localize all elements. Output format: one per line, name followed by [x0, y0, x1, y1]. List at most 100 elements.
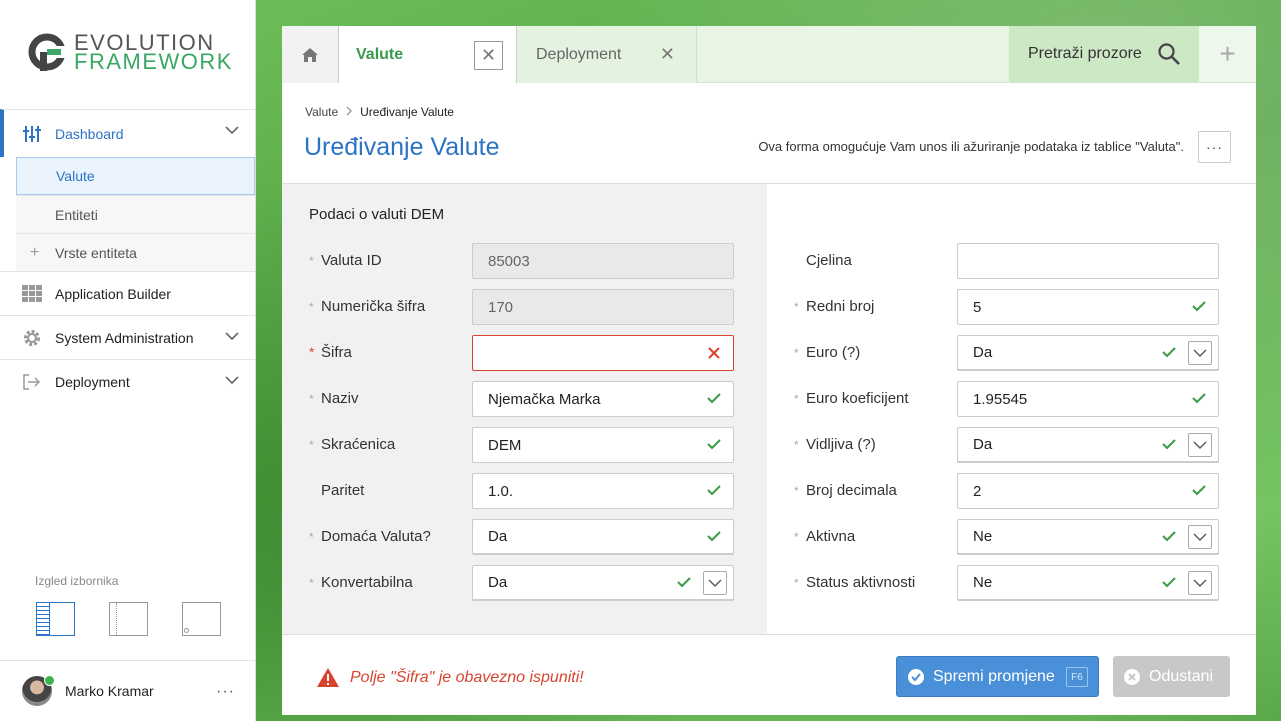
broj-decimala-field[interactable]: 2	[957, 473, 1219, 509]
layout-option-compact[interactable]	[109, 602, 148, 636]
skracenica-field[interactable]: DEM	[472, 427, 734, 463]
close-icon[interactable]: ✕	[474, 41, 503, 70]
tab-deployment[interactable]: Deployment ✕	[517, 26, 697, 83]
check-icon	[1162, 439, 1176, 450]
domaca-valuta-field[interactable]: Da	[472, 519, 734, 555]
search-windows-button[interactable]: Pretraži prozore	[1009, 26, 1199, 82]
paritet-field[interactable]: 1.0.	[472, 473, 734, 509]
more-options-button[interactable]: ···	[1198, 131, 1231, 163]
plus-icon: +	[30, 243, 40, 261]
sidebar-item-label: Dashboard	[55, 125, 124, 142]
konvertabilna-select[interactable]: Da	[472, 565, 734, 601]
field-value: Njemačka Marka	[488, 390, 601, 408]
chevron-down-icon[interactable]	[225, 376, 239, 385]
optional-star: *	[309, 254, 314, 268]
euro-select[interactable]: Da	[957, 335, 1219, 371]
main-window: Valute ✕ Deployment ✕ Pretraži prozore +…	[282, 26, 1256, 715]
sifra-field[interactable]	[472, 335, 734, 371]
field-label: Redni broj	[806, 298, 875, 315]
cancel-button[interactable]: Odustani	[1113, 656, 1230, 697]
save-button[interactable]: Spremi promjene F6	[896, 656, 1099, 697]
redni-broj-field[interactable]: 5	[957, 289, 1219, 325]
form-column-right: *Cjelina *Redni broj 5 *Euro (?) Da	[767, 184, 1256, 634]
status-aktivnosti-select[interactable]: Ne	[957, 565, 1219, 601]
field-skracenica: * Skraćenica DEM	[309, 427, 734, 463]
sidebar-item-deployment[interactable]: Deployment	[0, 359, 255, 403]
field-value: 5	[973, 298, 982, 316]
field-label: Valuta ID	[321, 252, 382, 269]
sidebar-item-dashboard[interactable]: Dashboard	[0, 109, 255, 157]
optional-star: *	[309, 576, 314, 590]
section-title: Podaci o valuti DEM	[309, 206, 445, 223]
field-vidljiva: * Vidljiva (?) Da	[794, 427, 1219, 463]
required-star: *	[309, 344, 315, 360]
logo[interactable]: EVOLUTION FRAMEWORK	[28, 32, 233, 74]
field-value: Da	[973, 436, 993, 453]
valuta-id-field: 85003	[472, 243, 734, 279]
aktivna-select[interactable]: Ne	[957, 519, 1219, 555]
avatar[interactable]	[22, 675, 55, 706]
tab-valute[interactable]: Valute ✕	[339, 26, 517, 83]
deploy-icon	[22, 372, 42, 392]
user-menu-button[interactable]: ···	[216, 683, 235, 701]
check-icon	[1162, 347, 1176, 358]
chevron-down-icon[interactable]	[1188, 433, 1212, 457]
chevron-down-icon[interactable]	[1188, 525, 1212, 549]
optional-star: *	[794, 346, 799, 360]
optional-star: *	[309, 438, 314, 452]
close-icon[interactable]: ✕	[660, 44, 675, 65]
sidebar-item-system-administration[interactable]: System Administration	[0, 315, 255, 359]
warning-icon	[317, 668, 339, 687]
field-label: Vidljiva (?)	[806, 436, 876, 453]
page-description: Ova forma omogućuje Vam unos ili ažurira…	[758, 139, 1184, 154]
sidebar-subitem-valute[interactable]: Valute	[16, 157, 255, 195]
cjelina-field[interactable]	[957, 243, 1219, 279]
field-label: Skraćenica	[321, 436, 396, 453]
field-value: Da	[973, 344, 993, 361]
chevron-down-icon[interactable]	[225, 332, 239, 341]
shortcut-badge: F6	[1066, 667, 1088, 687]
search-icon	[1158, 43, 1180, 65]
naziv-field[interactable]: Njemačka Marka	[472, 381, 734, 417]
field-paritet: *Paritet 1.0.	[309, 473, 734, 509]
sidebar-subitem-label: Vrste entiteta	[55, 244, 137, 261]
field-euro-koeficijent: * Euro koeficijent 1.95545	[794, 381, 1219, 417]
breadcrumb-item[interactable]: Valute	[305, 105, 338, 119]
sidebar-subitem-vrste-entiteta[interactable]: + Vrste entiteta	[16, 233, 255, 271]
chevron-down-icon[interactable]	[1188, 571, 1212, 595]
field-domaca-valuta: * Domaća Valuta? Da	[309, 519, 734, 555]
gear-icon	[22, 328, 42, 348]
chevron-up-icon[interactable]	[225, 126, 239, 135]
optional-star: *	[794, 438, 799, 452]
field-label: Domaća Valuta?	[321, 528, 431, 545]
chevron-down-icon[interactable]	[703, 571, 727, 595]
page-header: Valute Uređivanje Valute Uređivanje Valu…	[282, 83, 1256, 184]
field-numericka-sifra: * Numerička šifra 170	[309, 289, 734, 325]
field-status-aktivnosti: * Status aktivnosti Ne	[794, 565, 1219, 601]
sidebar-subitem-entiteti[interactable]: Entiteti	[16, 195, 255, 233]
cancel-button-label: Odustani	[1149, 667, 1214, 685]
tab-home[interactable]	[282, 26, 339, 83]
layout-option-full[interactable]	[36, 602, 75, 636]
numericka-sifra-field: 170	[472, 289, 734, 325]
sidebar-item-application-builder[interactable]: Application Builder	[0, 271, 255, 315]
check-icon	[707, 393, 721, 404]
layout-option-hidden[interactable]	[182, 602, 221, 636]
logo-icon	[28, 33, 66, 71]
field-value: Da	[488, 528, 508, 545]
user-panel[interactable]: Marko Kramar ···	[0, 660, 255, 721]
field-valuta-id: * Valuta ID 85003	[309, 243, 734, 279]
field-label: Euro koeficijent	[806, 390, 909, 407]
field-label: Broj decimala	[806, 482, 897, 499]
field-cjelina: *Cjelina	[794, 243, 1219, 279]
form-body: Podaci o valuti DEM * Valuta ID 85003 * Nu…	[282, 184, 1256, 634]
sidebar-item-label: Application Builder	[55, 285, 171, 302]
add-tab-button[interactable]: +	[1199, 26, 1256, 82]
chevron-down-icon[interactable]	[1188, 341, 1212, 365]
euro-koeficijent-field[interactable]: 1.95545	[957, 381, 1219, 417]
logo-line2: FRAMEWORK	[74, 49, 233, 74]
field-label: Numerička šifra	[321, 298, 426, 315]
vidljiva-select[interactable]: Da	[957, 427, 1219, 463]
check-icon	[707, 439, 721, 450]
sidebar-subitem-label: Entiteti	[55, 206, 98, 223]
